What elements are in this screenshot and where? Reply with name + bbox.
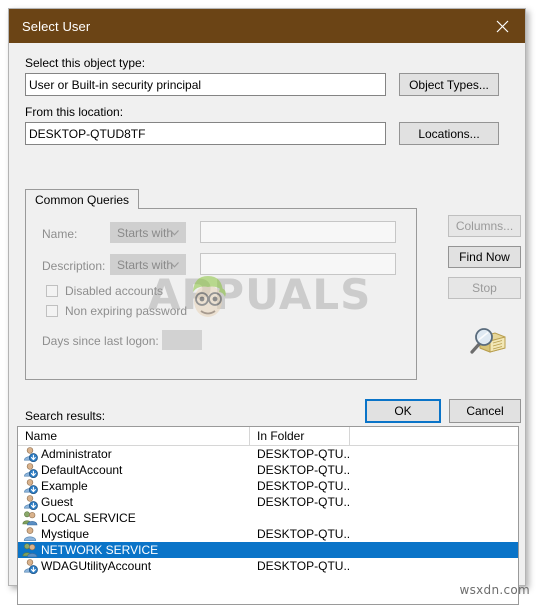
find-now-button[interactable]: Find Now bbox=[448, 246, 521, 268]
checkbox-label: Non expiring password bbox=[65, 304, 188, 318]
account-name: DefaultAccount bbox=[41, 463, 123, 477]
close-icon bbox=[496, 20, 508, 32]
table-row[interactable]: Administrator DESKTOP-QTU... bbox=[18, 446, 518, 462]
column-header-in-folder[interactable]: In Folder bbox=[250, 427, 350, 445]
table-row[interactable]: LOCAL SERVICE bbox=[18, 510, 518, 526]
description-value-input[interactable] bbox=[200, 253, 396, 275]
location-label: From this location: bbox=[25, 105, 124, 119]
service-group-icon bbox=[22, 543, 38, 558]
search-results-label: Search results: bbox=[25, 409, 106, 423]
account-name: Administrator bbox=[41, 447, 112, 461]
cell-name: WDAGUtilityAccount bbox=[18, 558, 250, 574]
select-user-dialog: Select User Select this object type: Use… bbox=[8, 8, 526, 605]
checkbox-label: Disabled accounts bbox=[65, 284, 164, 298]
ok-button[interactable]: OK bbox=[365, 399, 441, 423]
cell-in-folder: DESKTOP-QTU... bbox=[257, 447, 350, 461]
cell-name: Example bbox=[18, 478, 250, 494]
name-value-input[interactable] bbox=[200, 221, 396, 243]
column-header-name[interactable]: Name bbox=[18, 427, 250, 445]
checkbox-non-expiring-password[interactable]: Non expiring password bbox=[46, 304, 187, 318]
service-group-icon bbox=[22, 511, 38, 526]
user-plain-icon bbox=[23, 527, 37, 541]
chevron-down-icon bbox=[170, 229, 179, 236]
locations-button[interactable]: Locations... bbox=[399, 122, 499, 145]
description-label: Description: bbox=[42, 259, 106, 273]
cancel-button[interactable]: Cancel bbox=[449, 399, 521, 423]
account-name: Guest bbox=[41, 495, 74, 509]
cell-name: DefaultAccount bbox=[18, 462, 250, 478]
days-since-logon-label: Days since last logon: bbox=[42, 334, 159, 348]
cell-name: Administrator bbox=[18, 446, 250, 462]
cell-name: Guest bbox=[18, 494, 250, 510]
cell-name: LOCAL SERVICE bbox=[18, 510, 250, 526]
object-type-label: Select this object type: bbox=[25, 56, 146, 70]
columns-button[interactable]: Columns... bbox=[448, 215, 521, 237]
user-account-icon bbox=[24, 479, 38, 494]
column-header-extra[interactable] bbox=[350, 427, 518, 445]
account-name: NETWORK SERVICE bbox=[41, 543, 159, 557]
chevron-down-icon bbox=[170, 261, 179, 268]
title-bar: Select User bbox=[9, 9, 525, 43]
table-row[interactable]: WDAGUtilityAccount DESKTOP-QTU... bbox=[18, 558, 518, 574]
tab-common-queries[interactable]: Common Queries bbox=[25, 189, 140, 209]
user-account-icon bbox=[24, 447, 38, 462]
table-row[interactable]: Example DESKTOP-QTU... bbox=[18, 478, 518, 494]
window-title: Select User bbox=[22, 18, 91, 34]
tab-seam-mask bbox=[26, 208, 129, 210]
description-operator-value: Starts with bbox=[117, 257, 174, 272]
description-operator-select[interactable]: Starts with bbox=[110, 254, 186, 275]
table-row[interactable]: NETWORK SERVICE bbox=[18, 542, 518, 558]
name-label: Name: bbox=[42, 227, 78, 241]
user-account-icon bbox=[24, 495, 38, 510]
account-name: Mystique bbox=[41, 527, 90, 541]
name-operator-select[interactable]: Starts with bbox=[110, 222, 186, 243]
table-row[interactable]: Mystique DESKTOP-QTU... bbox=[18, 526, 518, 542]
account-name: LOCAL SERVICE bbox=[41, 511, 136, 525]
search-folder-icon bbox=[470, 328, 506, 354]
list-header: Name In Folder bbox=[18, 427, 518, 446]
cell-in-folder: DESKTOP-QTU... bbox=[257, 559, 350, 573]
checkbox-box bbox=[46, 305, 58, 317]
cell-name: NETWORK SERVICE bbox=[18, 542, 250, 558]
name-operator-value: Starts with bbox=[117, 225, 174, 240]
account-name: Example bbox=[41, 479, 88, 493]
user-account-icon bbox=[24, 463, 38, 478]
cell-name: Mystique bbox=[18, 526, 250, 542]
search-results-list[interactable]: Name In Folder Administrator DESKTOP-QTU.… bbox=[17, 426, 519, 605]
location-input[interactable]: DESKTOP-QTUD8TF bbox=[25, 122, 386, 145]
cell-in-folder: DESKTOP-QTU... bbox=[257, 527, 350, 541]
checkbox-box bbox=[46, 285, 58, 297]
list-body: Administrator DESKTOP-QTU... DefaultAccoun… bbox=[18, 446, 518, 574]
cell-in-folder: DESKTOP-QTU... bbox=[257, 495, 350, 509]
table-row[interactable]: DefaultAccount DESKTOP-QTU... bbox=[18, 462, 518, 478]
cell-in-folder: DESKTOP-QTU... bbox=[257, 479, 350, 493]
account-name: WDAGUtilityAccount bbox=[41, 559, 152, 573]
tab-strip: Common Queries bbox=[25, 189, 417, 209]
object-types-button[interactable]: Object Types... bbox=[399, 73, 499, 96]
cell-in-folder: DESKTOP-QTU... bbox=[257, 463, 350, 477]
site-watermark: wsxdn.com bbox=[459, 583, 530, 597]
close-button[interactable] bbox=[479, 9, 525, 43]
object-type-input[interactable]: User or Built-in security principal bbox=[25, 73, 386, 96]
checkbox-disabled-accounts[interactable]: Disabled accounts bbox=[46, 284, 163, 298]
dialog-client-area: Select this object type: User or Built-i… bbox=[9, 43, 525, 605]
page-root: Select User Select this object type: Use… bbox=[0, 0, 536, 605]
user-account-icon bbox=[24, 559, 38, 574]
days-since-logon-input[interactable] bbox=[162, 330, 202, 350]
stop-button[interactable]: Stop bbox=[448, 277, 521, 299]
table-row[interactable]: Guest DESKTOP-QTU... bbox=[18, 494, 518, 510]
